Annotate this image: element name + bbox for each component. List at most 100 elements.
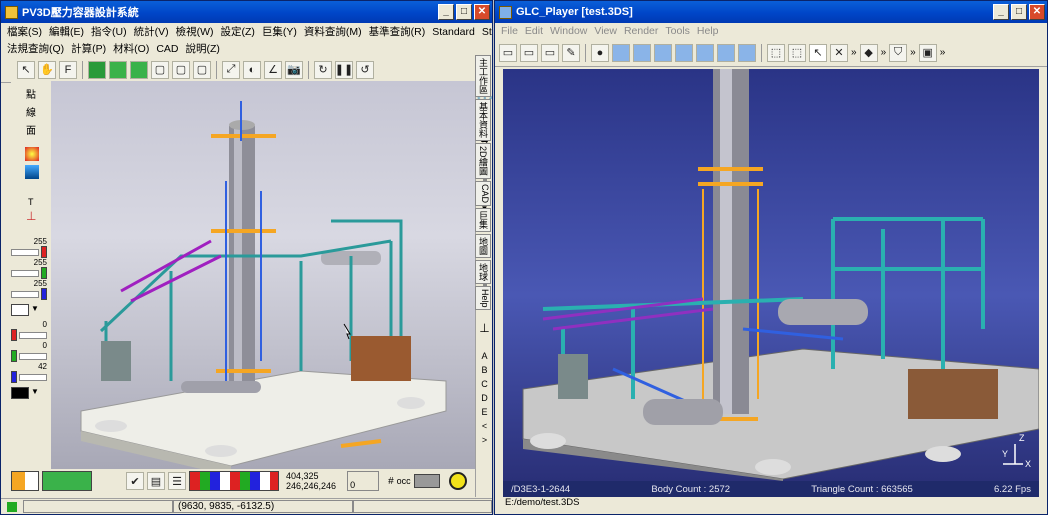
toolbar-overflow-icon[interactable]: »: [851, 47, 857, 58]
menu-calculate[interactable]: 計算(P): [71, 41, 106, 56]
ground-icon[interactable]: ⊥: [476, 321, 492, 335]
redo-icon[interactable]: ↻: [314, 60, 332, 79]
point-label[interactable]: 點: [11, 87, 51, 105]
doc-icon[interactable]: ☰: [168, 472, 186, 490]
view-iso-icon[interactable]: ▢: [193, 60, 211, 79]
menu-statistics[interactable]: 統計(V): [134, 24, 169, 39]
maximize-button[interactable]: □: [456, 4, 472, 20]
f-button[interactable]: F: [59, 60, 77, 79]
open-icon[interactable]: ▭: [499, 43, 517, 62]
shade-icon[interactable]: ◐: [243, 60, 261, 79]
face-label[interactable]: 面: [11, 123, 51, 141]
menu-cad[interactable]: CAD: [156, 43, 178, 55]
camera-icon[interactable]: 📷: [285, 60, 303, 79]
glc-viewport[interactable]: X Y Z: [503, 69, 1039, 481]
fit-all-icon[interactable]: ✕: [830, 43, 848, 62]
color-preview-black[interactable]: [11, 387, 29, 399]
view-bottom-icon[interactable]: [717, 43, 735, 62]
value-field[interactable]: 0: [347, 471, 380, 491]
occ-dropdown[interactable]: [413, 474, 440, 488]
menu-settings[interactable]: 設定(Z): [220, 24, 254, 39]
save-icon[interactable]: ▭: [520, 43, 538, 62]
view-left-icon[interactable]: [654, 43, 672, 62]
edit-icon[interactable]: ✎: [562, 43, 580, 62]
shader-icon[interactable]: ◆: [859, 43, 878, 62]
menu-code-query[interactable]: 法規查詢(Q): [7, 41, 64, 56]
menu-help[interactable]: Help: [697, 25, 719, 37]
next-arrow[interactable]: >: [476, 433, 492, 447]
tab-cad[interactable]: CAD: [475, 180, 491, 206]
view-top-icon[interactable]: ▢: [172, 60, 190, 79]
view-b[interactable]: B: [476, 363, 492, 377]
color-preview-white[interactable]: [11, 304, 29, 316]
gradient-icon[interactable]: [25, 165, 39, 179]
view-front-icon[interactable]: [612, 43, 630, 62]
car-icon[interactable]: ▣: [918, 43, 937, 62]
minimize-button[interactable]: _: [993, 4, 1009, 20]
toolbar-overflow-icon[interactable]: »: [940, 47, 946, 58]
page-icon[interactable]: ▤: [147, 472, 165, 490]
menu-material[interactable]: 材料(O): [113, 41, 149, 56]
view-c[interactable]: C: [476, 377, 492, 391]
menu-render[interactable]: Render: [624, 25, 658, 37]
axis-icon[interactable]: ⤢: [222, 60, 240, 79]
select-arrow-icon[interactable]: ↖: [809, 43, 827, 62]
green-slider[interactable]: [41, 267, 47, 279]
tab-earth[interactable]: 地球: [475, 259, 491, 284]
dropdown-arrow-icon[interactable]: ▼: [31, 387, 39, 399]
tab-help[interactable]: Help: [475, 285, 491, 311]
toolbar-overflow-icon[interactable]: »: [910, 47, 916, 58]
menu-view[interactable]: View: [594, 25, 617, 37]
shield-icon[interactable]: ⛉: [889, 43, 908, 62]
prev-arrow[interactable]: <: [476, 419, 492, 433]
layer-grid[interactable]: [189, 471, 279, 491]
pan-hand-icon[interactable]: ✋: [38, 60, 56, 79]
view-front-icon[interactable]: [109, 60, 127, 79]
close-button[interactable]: ✕: [474, 4, 490, 20]
view-iso-icon[interactable]: [738, 43, 756, 62]
red-slider[interactable]: [41, 246, 47, 258]
glc-title-bar[interactable]: GLC_Player [test.3DS] _ □ ✕: [495, 1, 1047, 23]
menu-help[interactable]: 說明(Z): [186, 41, 220, 56]
menu-file[interactable]: 檔案(S): [7, 24, 42, 39]
line-label[interactable]: 線: [11, 105, 51, 123]
view-solid-icon[interactable]: [88, 60, 106, 79]
tab-macro[interactable]: 巨集: [475, 207, 491, 232]
menu-file[interactable]: File: [501, 25, 518, 37]
view-wire-icon[interactable]: ▢: [151, 60, 169, 79]
view-e[interactable]: E: [476, 405, 492, 419]
view-d[interactable]: D: [476, 391, 492, 405]
menu-tools[interactable]: Tools: [665, 25, 690, 37]
print-icon[interactable]: ▭: [541, 43, 559, 62]
menu-view[interactable]: 檢視(W): [176, 24, 214, 39]
menu-edit[interactable]: Edit: [525, 25, 543, 37]
tab-basic-data[interactable]: 基本資料: [475, 99, 491, 141]
pause-icon[interactable]: ❚❚: [335, 60, 353, 79]
tab-2d-drawing[interactable]: 2D繪圖: [475, 143, 491, 179]
tab-map[interactable]: 地圖: [475, 233, 491, 258]
measure-icon[interactable]: ∠: [264, 60, 282, 79]
view-right-icon[interactable]: [675, 43, 693, 62]
menu-base-query[interactable]: 基準查詢(R): [369, 24, 426, 39]
view-back-icon[interactable]: [633, 43, 651, 62]
menu-command[interactable]: 指令(U): [91, 24, 127, 39]
select-region-icon[interactable]: ⬚: [767, 43, 785, 62]
maximize-button[interactable]: □: [1011, 4, 1027, 20]
menu-standard[interactable]: Standard: [432, 26, 475, 38]
pv3d-title-bar[interactable]: PV3D壓力容器設計系統 _ □ ✕: [1, 1, 492, 23]
tab-main-work[interactable]: 主工作區: [475, 55, 491, 97]
view-top-icon[interactable]: [696, 43, 714, 62]
blue-slider[interactable]: [41, 288, 47, 300]
menu-macro[interactable]: 巨集(Y): [262, 24, 297, 39]
minimize-button[interactable]: _: [438, 4, 454, 20]
menu-standard2[interactable]: Standard2: [482, 26, 492, 38]
menu-data-query[interactable]: 資料查詢(M): [304, 24, 362, 39]
camera-icon[interactable]: ●: [591, 43, 609, 62]
close-button[interactable]: ✕: [1029, 4, 1045, 20]
check-icon[interactable]: ✔: [126, 472, 144, 490]
layer-swatch[interactable]: [11, 471, 39, 491]
menu-window[interactable]: Window: [550, 25, 587, 37]
dropdown-arrow-icon[interactable]: ▼: [31, 304, 39, 316]
pv3d-viewport[interactable]: [51, 81, 475, 469]
undo-icon[interactable]: ↺: [356, 60, 374, 79]
